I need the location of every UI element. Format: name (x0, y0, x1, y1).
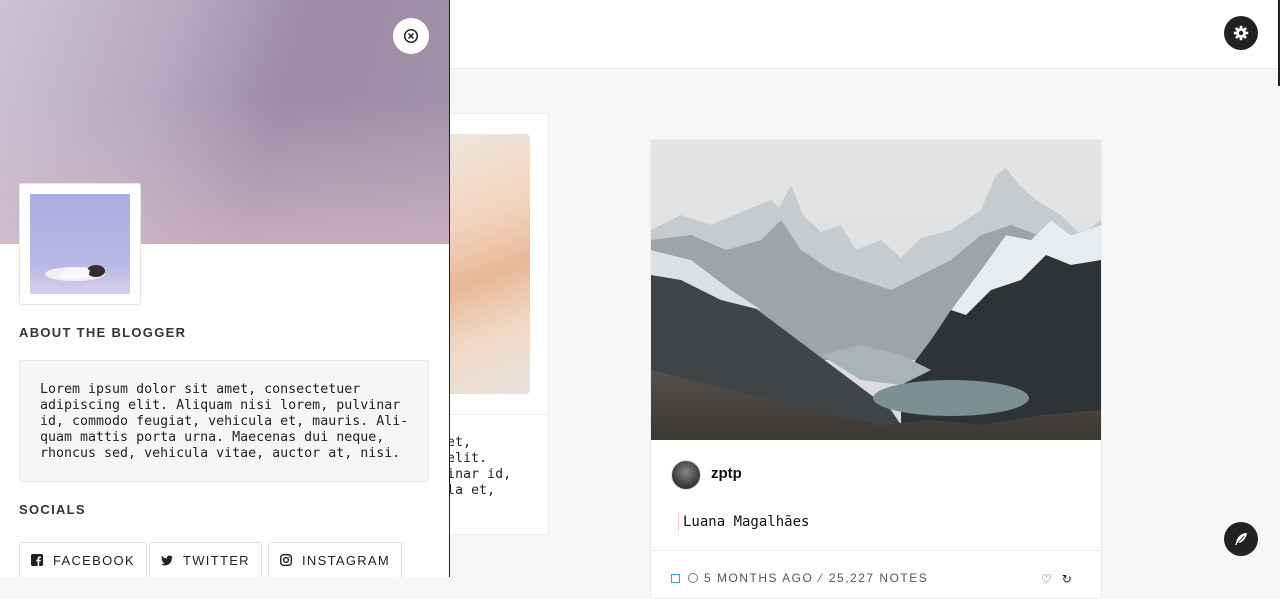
post-image[interactable] (651, 140, 1101, 440)
post-card[interactable]: zptp Luana Magalhães 5 MONTHS AGO ⁄ 25,2… (650, 139, 1102, 599)
facebook-label: FACEBOOK (53, 552, 135, 568)
author-name[interactable]: zptp (711, 465, 742, 482)
post-text: Luana Magalhães (678, 514, 809, 531)
notes-icon: ⁄ (819, 571, 823, 585)
facebook-icon (31, 554, 43, 566)
instagram-label: INSTAGRAM (302, 552, 391, 568)
post-author[interactable]: zptp (671, 460, 742, 490)
twitter-button[interactable]: TWITTER (149, 542, 262, 577)
about-title: ABOUT THE BLOGGER (19, 325, 187, 340)
photo-icon (671, 573, 680, 583)
instagram-button[interactable]: INSTAGRAM (268, 542, 403, 577)
avatar-photo (30, 194, 130, 294)
post-notes[interactable]: 25,227 NOTES (829, 571, 928, 585)
author-avatar[interactable] (671, 460, 701, 490)
twitter-label: TWITTER (183, 552, 250, 568)
settings-button[interactable] (1224, 16, 1258, 50)
blogger-sidebar: ABOUT THE BLOGGER Lorem ipsum dolor sit … (0, 0, 450, 577)
instagram-icon (280, 554, 292, 566)
compose-button[interactable] (1224, 522, 1258, 556)
divider (651, 550, 1101, 551)
heart-icon[interactable]: ♡ (1041, 572, 1052, 586)
about-text: Lorem ipsum dolor sit amet, consectetuer… (19, 360, 429, 482)
socials-title: SOCIALS (19, 502, 86, 517)
clock-icon (688, 573, 698, 583)
reblog-icon[interactable]: ↻ (1062, 572, 1072, 586)
facebook-button[interactable]: FACEBOOK (19, 542, 147, 577)
twitter-icon (161, 554, 173, 566)
blogger-avatar[interactable] (19, 183, 141, 305)
feather-icon (1235, 533, 1247, 545)
post-actions: ♡ ↻ (1041, 572, 1072, 586)
post-time[interactable]: 5 MONTHS AGO (704, 571, 813, 585)
gear-icon (1233, 25, 1249, 41)
post-meta: 5 MONTHS AGO ⁄ 25,227 NOTES (671, 571, 928, 585)
close-sidebar-button[interactable] (393, 18, 429, 54)
mountain-photo (651, 140, 1101, 440)
close-circle-icon (403, 28, 419, 44)
